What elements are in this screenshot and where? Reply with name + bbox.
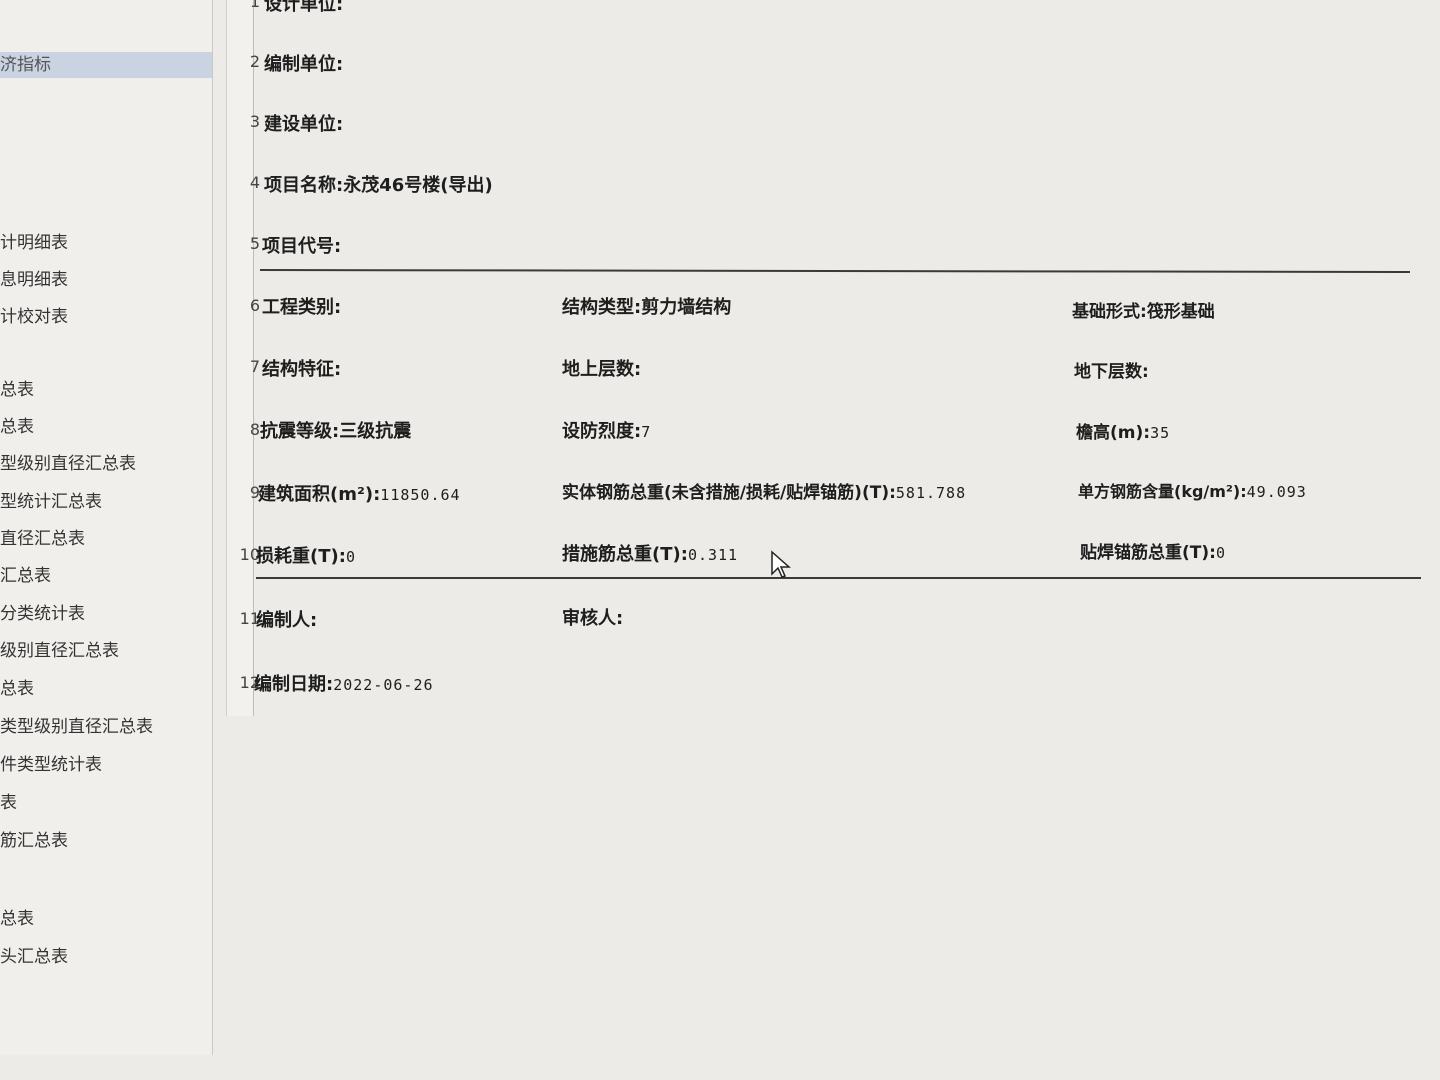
rebar-per-area-field: 单方钢筋含量(kg/m²):49.093 xyxy=(1078,478,1307,502)
section-divider xyxy=(259,268,1411,274)
sidebar-item[interactable]: 计校对表 xyxy=(0,304,68,330)
sidebar-item[interactable]: 总表 xyxy=(0,414,34,440)
section-divider xyxy=(256,577,1421,579)
row-number: 1 xyxy=(249,0,260,11)
sidebar-item[interactable]: 汇总表 xyxy=(0,563,51,589)
seismic-grade-field: 抗震等级:三级抗震 xyxy=(260,417,411,443)
field-label: 工程类别: xyxy=(262,297,342,318)
field-label: 编制人: xyxy=(256,610,318,631)
field-value: 0 xyxy=(345,548,356,566)
below-ground-floors-field: 地下层数: xyxy=(1074,357,1149,382)
field-value: 0.311 xyxy=(687,546,739,564)
total-rebar-weight-field: 实体钢筋总重(未含措施/损耗/贴焊锚筋)(T):581.788 xyxy=(562,478,966,503)
sidebar-item[interactable]: 级别直径汇总表 xyxy=(0,638,119,664)
field-label: 建筑面积(m²): xyxy=(258,484,381,505)
row-number: 9 xyxy=(249,483,260,502)
row-number: 7 xyxy=(249,357,260,376)
field-value: 49.093 xyxy=(1246,483,1307,501)
sidebar-item[interactable]: 计明细表 xyxy=(0,230,68,256)
sidebar-item[interactable]: 头汇总表 xyxy=(0,944,68,970)
preparer-field: 编制人: xyxy=(256,606,317,632)
sidebar-item[interactable]: 类型级别直径汇总表 xyxy=(0,714,153,740)
welded-anchor-weight-field: 贴焊锚筋总重(T):0 xyxy=(1080,538,1226,563)
design-unit-field: 设计单位: xyxy=(264,0,343,16)
sidebar-item[interactable]: 息明细表 xyxy=(0,267,68,293)
building-area-field: 建筑面积(m²):11850.64 xyxy=(258,480,461,506)
field-value: 11850.64 xyxy=(380,486,461,504)
field-label: 项目名称: xyxy=(264,175,344,196)
field-label: 建设单位: xyxy=(264,114,344,135)
above-ground-floors-field: 地上层数: xyxy=(562,355,641,381)
field-label: 审核人: xyxy=(562,608,624,629)
field-value: 7 xyxy=(641,423,652,441)
report-tree-sidebar[interactable]: 济指标 计明细表 息明细表 计校对表 总表 总表 型级别直径汇总表 型统计汇总表 直径汇总表 汇总… xyxy=(0,0,213,1055)
sidebar-item[interactable]: 型级别直径汇总表 xyxy=(0,451,136,477)
row-number: 4 xyxy=(249,173,260,192)
sidebar-item[interactable]: 直径汇总表 xyxy=(0,526,85,552)
field-label: 地上层数: xyxy=(562,359,642,380)
construction-unit-field: 建设单位: xyxy=(264,110,343,136)
sidebar-item[interactable]: 总表 xyxy=(0,676,34,702)
field-label: 损耗重(T): xyxy=(256,546,346,567)
field-value: 581.788 xyxy=(895,484,967,502)
measure-rebar-weight-field: 措施筋总重(T):0.311 xyxy=(562,540,738,566)
field-label: 设计单位: xyxy=(264,0,344,15)
sidebar-item[interactable]: 件类型统计表 xyxy=(0,752,102,778)
field-value: 剪力墙结构 xyxy=(641,297,732,318)
field-value: 永茂46号楼(导出) xyxy=(343,175,493,196)
sidebar-item[interactable]: 总表 xyxy=(0,377,34,403)
row-number: 11 xyxy=(239,609,260,628)
fortification-intensity-field: 设防烈度:7 xyxy=(562,417,651,443)
field-label: 措施筋总重(T): xyxy=(562,544,688,565)
loss-weight-field: 损耗重(T):0 xyxy=(256,542,356,568)
foundation-type-field: 基础形式:筏形基础 xyxy=(1072,297,1215,322)
field-label: 檐高(m): xyxy=(1076,423,1151,443)
field-label: 抗震等级: xyxy=(260,421,340,442)
field-value: 0 xyxy=(1215,544,1226,562)
field-label: 贴焊锚筋总重(T): xyxy=(1080,543,1216,563)
reviewer-field: 审核人: xyxy=(562,604,623,630)
field-label: 结构类型: xyxy=(562,297,642,318)
project-category-field: 工程类别: xyxy=(262,293,341,319)
field-label: 项目代号: xyxy=(262,236,342,257)
field-value: 2022-06-26 xyxy=(333,676,434,694)
row-number: 2 xyxy=(249,52,260,71)
row-number: 3 xyxy=(249,112,260,131)
sidebar-item[interactable]: 总表 xyxy=(0,906,34,932)
sidebar-item[interactable]: 济指标 xyxy=(0,52,212,78)
structure-type-field: 结构类型:剪力墙结构 xyxy=(562,293,731,319)
field-label: 结构特征: xyxy=(262,359,342,380)
row-number: 5 xyxy=(249,234,260,253)
field-label: 地下层数: xyxy=(1074,362,1149,382)
row-number: 10 xyxy=(239,545,260,564)
field-value: 筏形基础 xyxy=(1146,302,1215,322)
field-label: 实体钢筋总重(未含措施/损耗/贴焊锚筋)(T): xyxy=(562,483,896,503)
field-label: 单方钢筋含量(kg/m²): xyxy=(1078,482,1247,501)
structure-feature-field: 结构特征: xyxy=(262,355,341,381)
field-value: 35 xyxy=(1150,424,1171,442)
eave-height-field: 檐高(m):35 xyxy=(1076,418,1170,443)
compile-date-field: 编制日期:2022-06-26 xyxy=(254,670,434,696)
field-label: 编制单位: xyxy=(264,54,344,75)
report-window: 济指标 计明细表 息明细表 计校对表 总表 总表 型级别直径汇总表 型统计汇总表 直径汇总表 汇总… xyxy=(0,0,1440,1080)
project-name-field: 项目名称:永茂46号楼(导出) xyxy=(264,171,493,197)
mouse-pointer-icon xyxy=(771,550,791,578)
field-label: 编制日期: xyxy=(254,674,334,695)
project-code-field: 项目代号: xyxy=(262,232,341,258)
field-label: 设防烈度: xyxy=(562,421,642,442)
sidebar-item[interactable]: 筋汇总表 xyxy=(0,828,68,854)
compile-unit-field: 编制单位: xyxy=(264,50,343,76)
sidebar-item[interactable]: 型统计汇总表 xyxy=(0,489,102,515)
sidebar-item[interactable]: 表 xyxy=(0,790,17,816)
field-value: 三级抗震 xyxy=(339,421,412,442)
row-number: 6 xyxy=(249,296,260,315)
sidebar-item[interactable]: 分类统计表 xyxy=(0,601,85,627)
field-label: 基础形式: xyxy=(1072,302,1147,322)
row-number: 8 xyxy=(249,420,260,439)
